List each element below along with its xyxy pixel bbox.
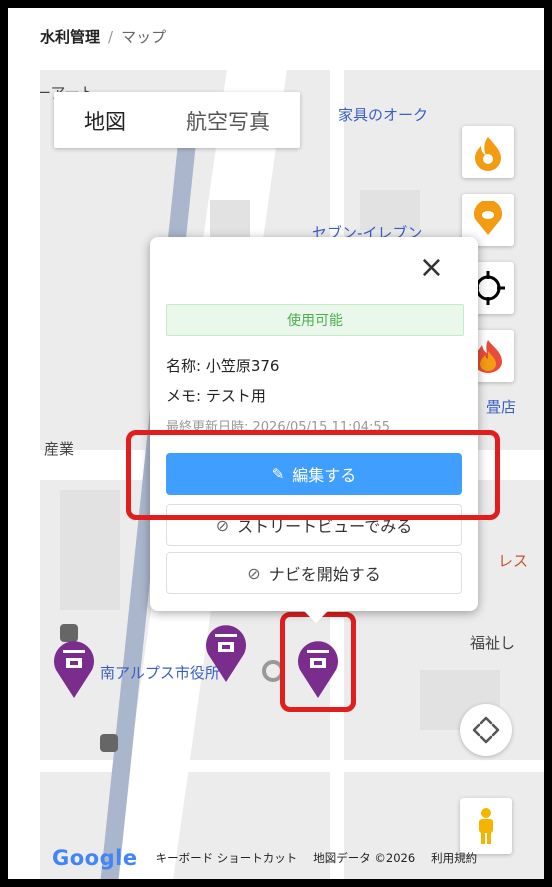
edit-button-highlight (126, 430, 500, 520)
terms-link[interactable]: 利用規約 (431, 850, 477, 866)
bus-stop-icon (100, 734, 118, 752)
map-label: 南アルプス市役所 (100, 664, 220, 682)
link-icon: ⊘ (247, 563, 261, 583)
pegman-icon (479, 808, 493, 844)
navi-button[interactable]: ⊘ ナビを開始する (166, 552, 462, 594)
marker-highlight (280, 612, 356, 712)
map-building (210, 200, 250, 240)
pan-control[interactable] (460, 704, 512, 756)
map-type-satellite-button[interactable]: 航空写真 (156, 92, 300, 148)
map-type-map-button[interactable]: 地図 (54, 92, 156, 148)
map-type-control: 地図 航空写真 (54, 92, 300, 148)
google-logo: Google (52, 845, 138, 870)
name-value: 小笠原376 (205, 357, 280, 375)
marker-info-popup: × 使用可能 名称: 小笠原376 メモ: テスト用 最終更新日時: 2026/… (150, 237, 478, 623)
hydrant-marker-icon[interactable] (204, 620, 248, 684)
map-label: 家具のオーク (338, 106, 429, 124)
map-label: 産業 (44, 440, 75, 458)
name-label: 名称: (166, 357, 206, 375)
water-flame-icon (475, 137, 501, 171)
breadcrumb-current: マップ (121, 28, 167, 46)
breadcrumb-separator: / (108, 28, 114, 46)
keyboard-shortcuts-link[interactable]: キーボード ショートカット (156, 850, 298, 866)
close-icon[interactable]: × (419, 253, 444, 283)
map-label: 福祉し (470, 634, 516, 652)
map-footer: Google キーボード ショートカット 地図データ ©2026 利用規約 (52, 844, 544, 871)
breadcrumb-root[interactable]: 水利管理 (40, 28, 100, 46)
memo-label: メモ: (166, 387, 206, 405)
map-pin-icon (474, 201, 502, 235)
memo-value: テスト用 (205, 387, 266, 405)
breadcrumb: 水利管理 / マップ (40, 26, 166, 47)
navi-button-label: ナビを開始する (268, 565, 381, 584)
map-label: 畳店 (486, 398, 517, 416)
hydrant-marker-icon[interactable] (52, 636, 96, 700)
app-frame: 水利管理/マップ ーアート 家具のオーク セブン-イレブン 畳店 産業 レス 福… (8, 8, 544, 879)
status-badge: 使用可能 (166, 304, 464, 336)
map-label: レス (498, 552, 529, 570)
memo-line: メモ: テスト用 (166, 385, 266, 406)
map-building (60, 490, 120, 610)
move-arrows-icon (472, 716, 500, 744)
map-data-credit[interactable]: 地図データ ©2026 (313, 850, 415, 866)
water-layer-button[interactable] (462, 126, 514, 178)
name-line: 名称: 小笠原376 (166, 355, 279, 376)
